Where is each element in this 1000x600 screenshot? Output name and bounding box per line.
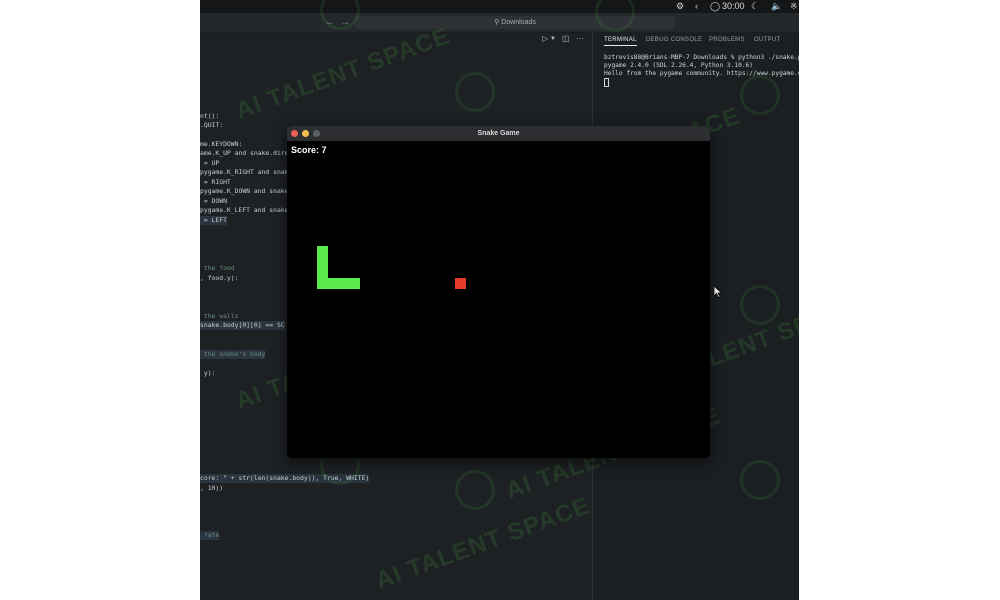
watermark-logo [740, 285, 780, 325]
code-line: y): [200, 369, 216, 377]
settings-icon[interactable]: ⚙ [676, 0, 684, 13]
watermark-logo [455, 470, 495, 510]
code-line: me.KEYDOWN: [200, 140, 243, 148]
chevron-left-icon[interactable]: ‹ [695, 0, 698, 13]
tab-terminal[interactable]: TERMINAL [604, 37, 637, 46]
mouse-pointer-icon [714, 286, 723, 298]
code-line: , 10)) [200, 484, 224, 492]
code-line: the snake's body [200, 350, 266, 359]
terminal-line: pygame 2.4.0 (SDL 2.26.4, Python 3.10.6) [604, 62, 754, 69]
code-line: = UP [200, 159, 220, 167]
code-line: ame.K_UP and snake.dire [200, 149, 289, 157]
terminal-line: bztrevis88@Brians-MBP-7 Downloads % pyth… [604, 54, 799, 61]
terminal-cursor [604, 78, 609, 87]
snake-body-segment [317, 278, 360, 289]
code-line: .QUIT: [200, 121, 224, 129]
tab-debug-console[interactable]: DEBUG CONSOLE [646, 37, 702, 43]
moon-icon[interactable]: ☾ [751, 0, 759, 13]
tab-problems[interactable]: PROBLEMS [709, 37, 745, 43]
more-actions-icon[interactable]: ··· [576, 34, 584, 43]
code-line: = LEFT [200, 216, 227, 225]
code-line: pygame.K_DOWN and snake. [200, 187, 293, 195]
game-canvas[interactable]: Score: 7 [287, 141, 710, 458]
search-label: Downloads [501, 19, 536, 26]
watermark-logo [740, 460, 780, 500]
food-pellet [455, 278, 466, 289]
code-line: pygame.K_LEFT and snake. [200, 206, 293, 214]
code-line: the food [200, 264, 235, 272]
split-editor-icon[interactable]: ◫ [562, 34, 570, 43]
code-line: the walls [200, 312, 239, 320]
code-line: snake.body[0][0] == SC [200, 321, 285, 330]
watermark-logo [740, 75, 780, 115]
code-line: rate [200, 531, 220, 540]
timer-icon[interactable]: ◯ [710, 0, 720, 13]
run-dropdown-icon[interactable]: ▼ [550, 36, 556, 42]
game-window-titlebar[interactable]: Snake Game [287, 126, 710, 142]
search-icon: ⚲ [494, 19, 500, 26]
snake-game-window[interactable]: Snake Game Score: 7 [287, 126, 710, 458]
code-line: , food.y): [200, 274, 239, 282]
game-window-title: Snake Game [477, 130, 520, 137]
code-line: nt(): [200, 112, 220, 120]
bluetooth-icon[interactable]: ※ [790, 0, 798, 13]
code-line: = RIGHT [200, 178, 231, 186]
menu-bar: ⚙ ‹ ◯ 30:00 ☾ 🔈 ※ [200, 0, 799, 13]
editor-titlebar: ← → ⚲ Downloads [200, 13, 799, 33]
code-line: = DOWN [200, 197, 227, 205]
score-label: Score: 7 [291, 145, 327, 155]
run-icon[interactable]: ▷ [542, 34, 548, 43]
watermark-logo [455, 72, 495, 112]
panel-tabs: TERMINAL DEBUG CONSOLE PROBLEMS OUTPUT [593, 32, 799, 50]
volume-icon[interactable]: 🔈 [771, 0, 782, 13]
tab-output[interactable]: OUTPUT [754, 37, 780, 43]
editor-toolbar: ▷ ▼ ◫ ··· [530, 34, 600, 48]
code-line: pygame.K_RIGHT and snake [200, 168, 293, 176]
menubar-time[interactable]: 30:00 [722, 0, 745, 13]
